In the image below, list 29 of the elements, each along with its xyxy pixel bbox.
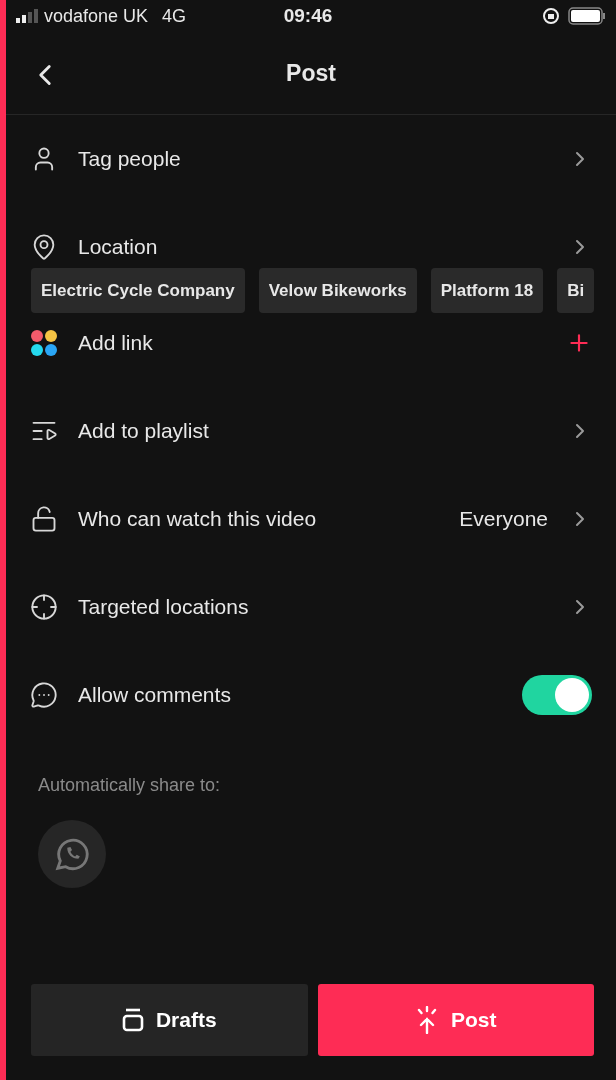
share-label: Automatically share to: xyxy=(38,775,222,796)
location-chip[interactable]: Platform 18 xyxy=(430,268,544,313)
location-chip[interactable]: Velow Bikeworks xyxy=(258,268,417,313)
location-chip[interactable]: Electric Cycle Company xyxy=(31,268,245,313)
setting-label[interactable]: Targeted locations xyxy=(78,595,548,619)
setting-label[interactable]: Location xyxy=(78,235,548,259)
setting-label[interactable]: Tag people xyxy=(78,147,548,171)
rotation-lock-icon xyxy=(542,7,560,25)
page-title: Post xyxy=(286,59,336,87)
upload-spark-icon xyxy=(415,1006,439,1034)
setting-label[interactable]: Add to playlist xyxy=(78,419,548,443)
setting-label[interactable]: Allow comments xyxy=(78,683,502,707)
unlocked-padlock-icon xyxy=(30,505,58,533)
battery-icon xyxy=(568,7,606,25)
clock-text: 09:46 xyxy=(283,5,333,27)
setting-label[interactable]: Add link xyxy=(78,331,546,355)
setting-label[interactable]: Who can watch this video xyxy=(78,507,440,531)
drafts-button[interactable]: Drafts xyxy=(31,984,308,1056)
drafts-tray-icon xyxy=(121,1008,144,1032)
colored-dots-icon xyxy=(30,329,58,357)
setting-value[interactable]: Everyone xyxy=(459,507,548,531)
target-icon xyxy=(30,593,58,621)
comments-toggle[interactable] xyxy=(522,675,592,715)
signal-icon xyxy=(16,9,38,23)
post-button[interactable]: Post xyxy=(317,984,594,1056)
carrier-text: vodafone UK xyxy=(44,5,149,27)
network-text: 4G xyxy=(162,5,187,27)
location-chip[interactable]: Bi xyxy=(557,268,595,313)
comment-icon xyxy=(30,681,58,709)
